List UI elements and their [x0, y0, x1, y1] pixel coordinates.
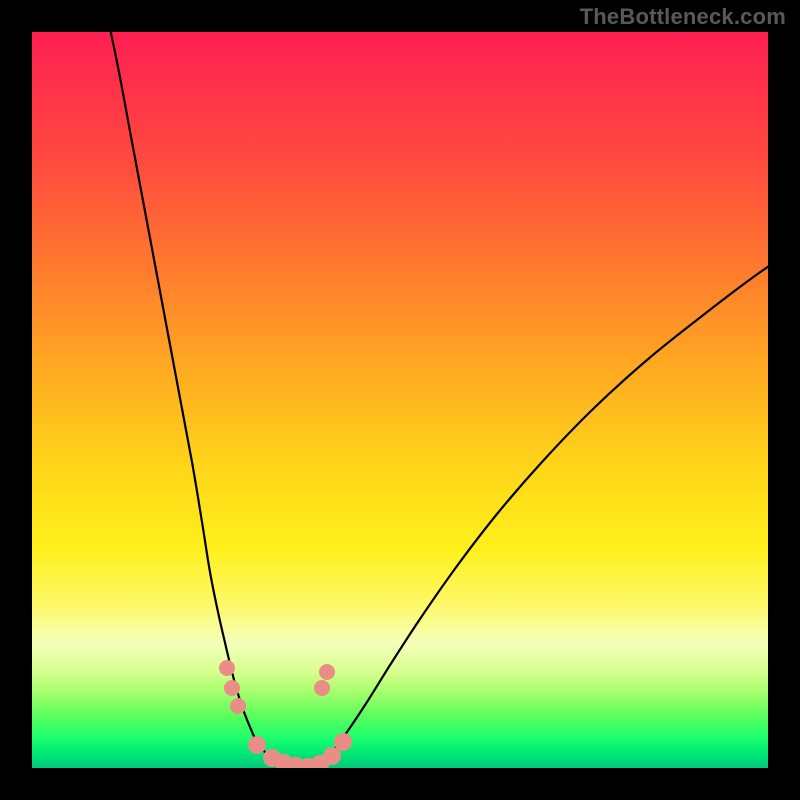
- data-marker: [219, 660, 235, 676]
- watermark-label: TheBottleneck.com: [580, 4, 786, 30]
- data-marker: [248, 736, 266, 754]
- chart-frame: TheBottleneck.com: [0, 0, 800, 800]
- curve-right-branch: [307, 254, 768, 768]
- data-marker: [224, 680, 240, 696]
- marker-group: [219, 660, 352, 768]
- bottleneck-curve: [102, 32, 768, 768]
- data-marker: [314, 680, 330, 696]
- plot-area: [32, 32, 768, 768]
- data-marker: [319, 664, 335, 680]
- data-marker: [334, 733, 352, 751]
- data-marker: [230, 698, 246, 714]
- data-marker: [323, 747, 341, 765]
- curve-layer: [32, 32, 768, 768]
- curve-left-branch: [102, 32, 307, 768]
